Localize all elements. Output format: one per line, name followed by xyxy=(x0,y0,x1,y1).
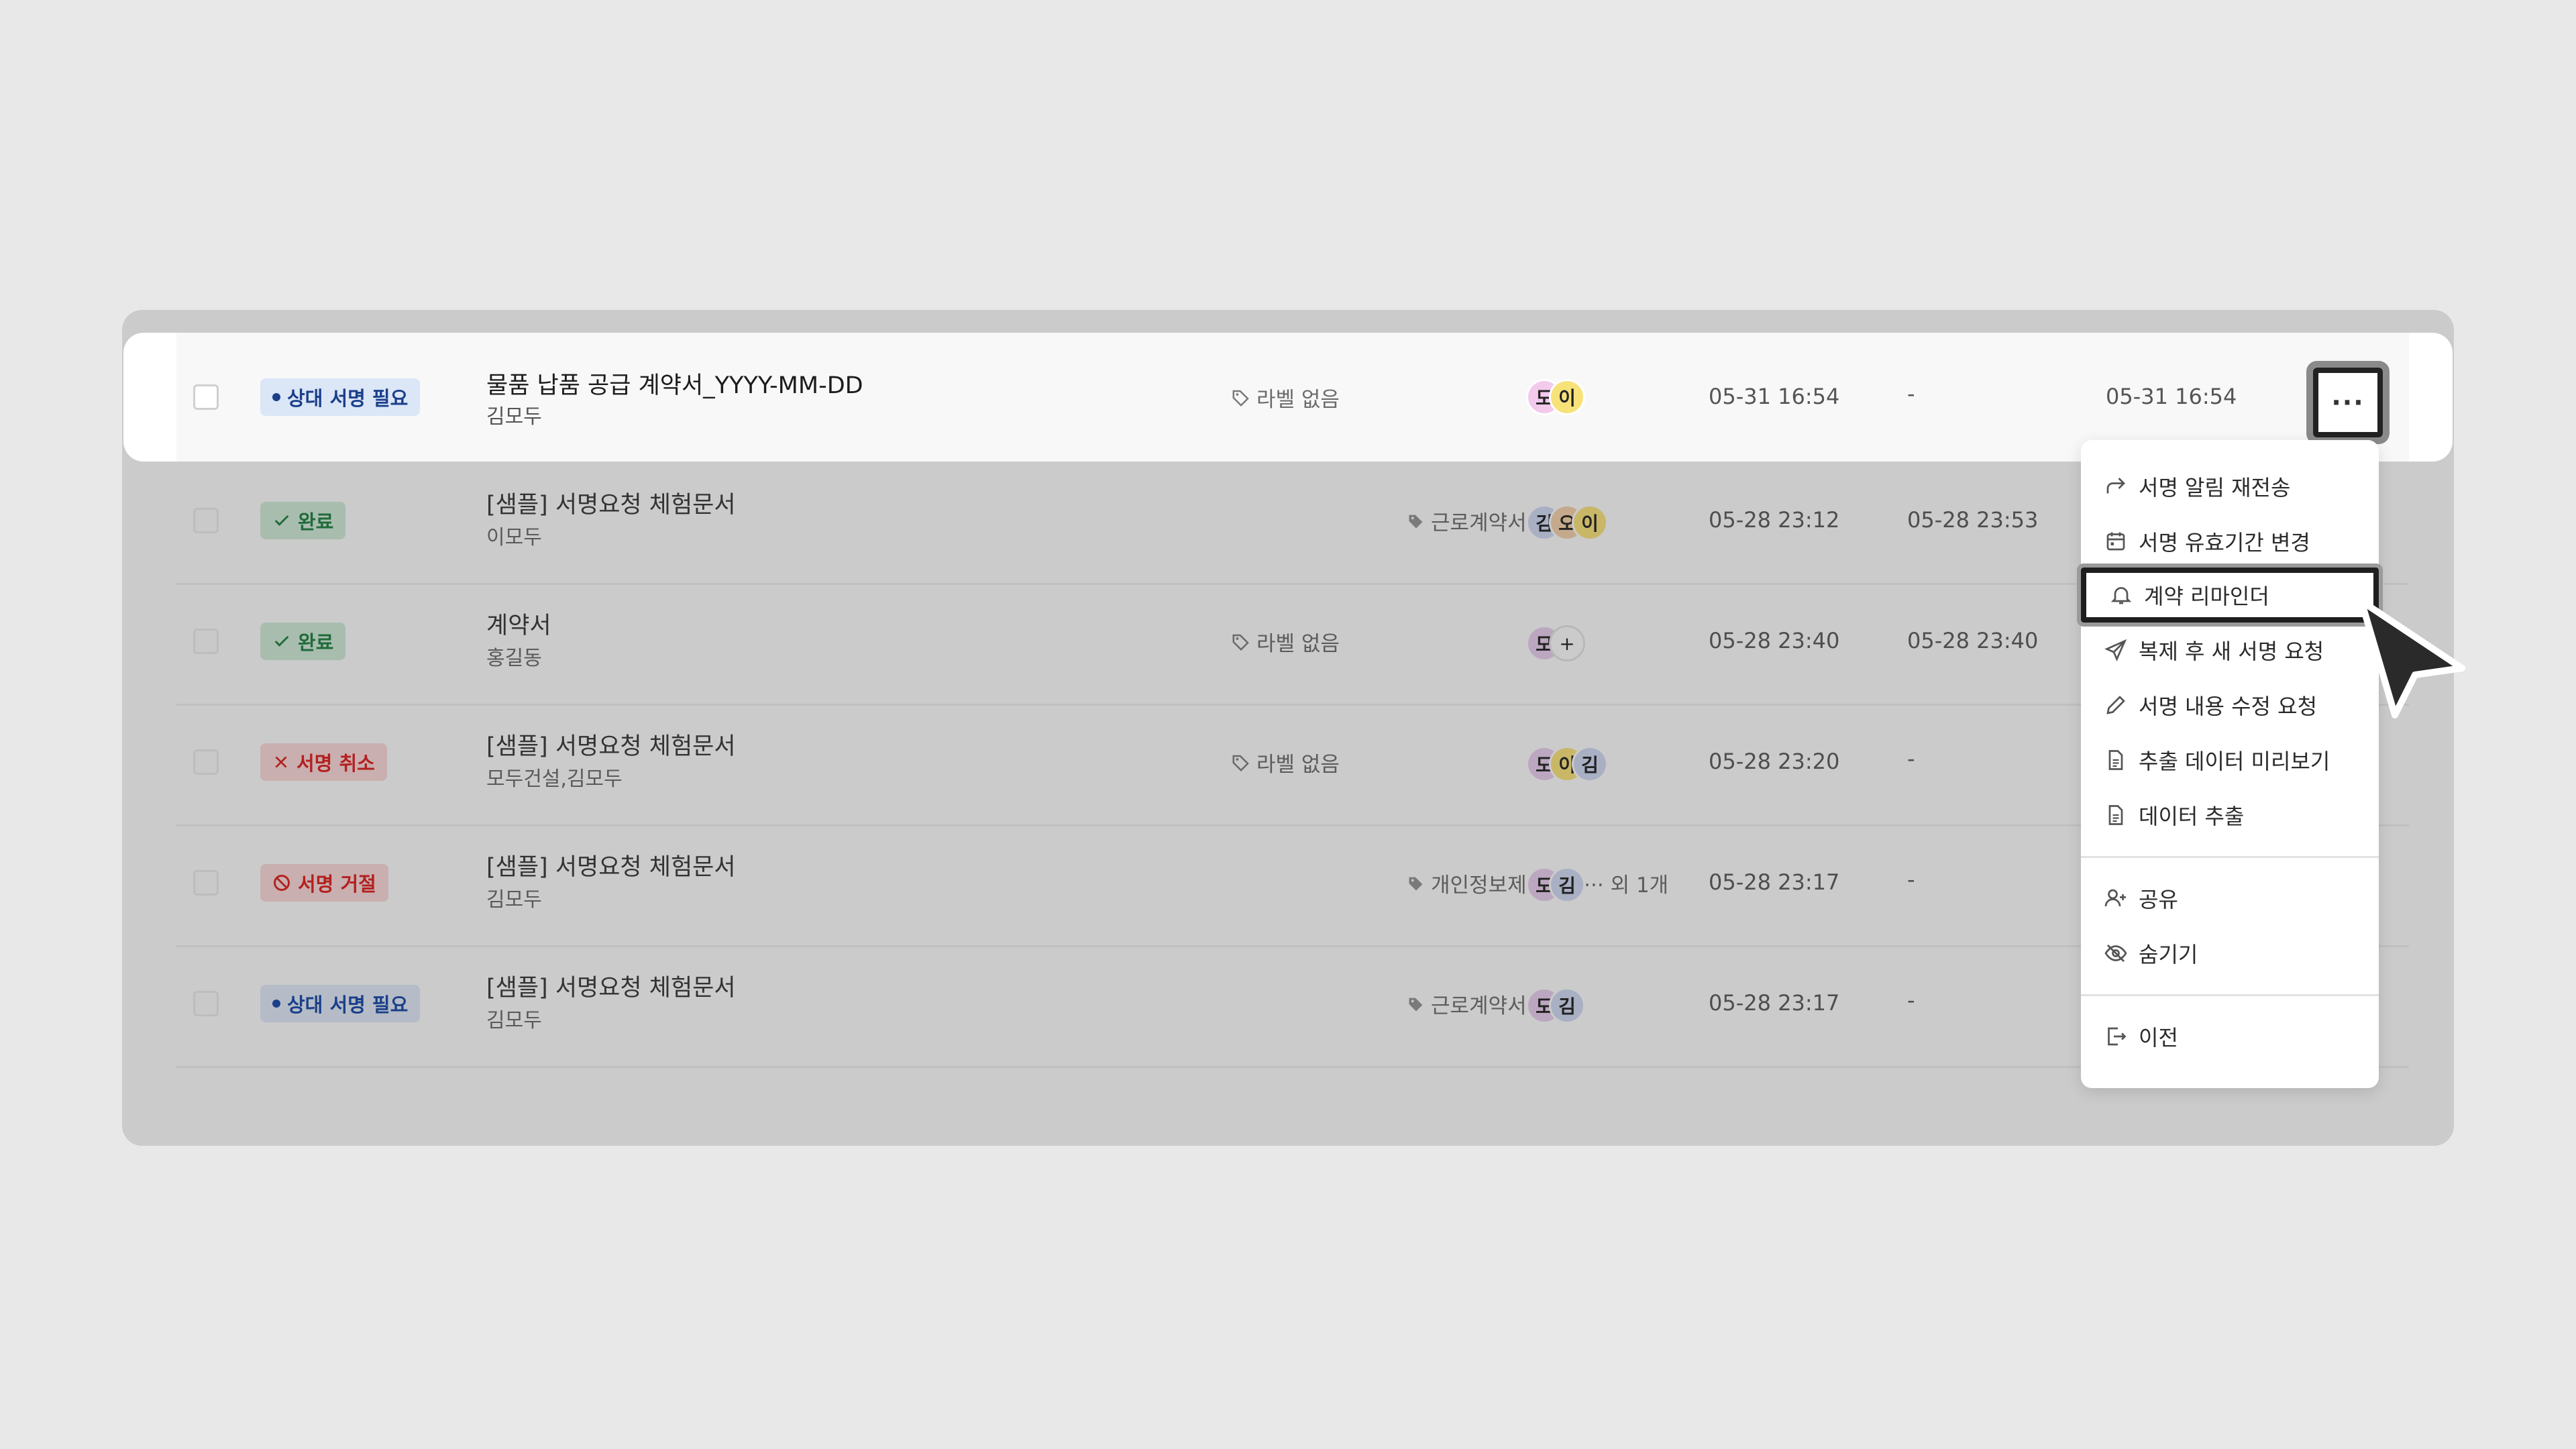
document-label[interactable]: 근로계약서 xyxy=(1407,506,1527,536)
menu-item-transfer[interactable]: 이전 xyxy=(2104,1013,2178,1060)
tag-icon xyxy=(1232,634,1249,651)
menu-item-duplicate-request[interactable]: 복제 후 새 서명 요청 xyxy=(2104,627,2324,674)
table-row[interactable]: 서명 거절 [샘플] 서명요청 체험문서 김모두 개인정보제공활용··· 외 1… xyxy=(176,825,2409,947)
tag-filled-icon xyxy=(1409,515,1423,528)
mouse-cursor-icon xyxy=(2358,598,2465,718)
created-date: 05-31 16:54 xyxy=(1709,384,1840,409)
ban-icon xyxy=(274,875,290,891)
export-icon xyxy=(2108,1027,2127,1046)
document-sender: 김모두 xyxy=(486,888,542,912)
participant-avatars[interactable]: 도 이 김 xyxy=(1526,746,1608,782)
document-label[interactable]: 근로계약서 xyxy=(1407,989,1527,1019)
dot-icon xyxy=(272,1000,280,1008)
bell-icon xyxy=(2110,587,2132,604)
updated-date: 05-31 16:54 xyxy=(2106,384,2237,409)
menu-item-change-expiry[interactable]: 서명 유효기간 변경 xyxy=(2104,518,2310,565)
completed-date: 05-28 23:40 xyxy=(1907,628,2039,653)
eye-off-icon xyxy=(2104,945,2127,962)
more-options-button[interactable]: ··· xyxy=(2306,361,2390,444)
row-checkbox[interactable] xyxy=(193,991,219,1016)
tag-icon xyxy=(1232,390,1249,407)
completed-date: - xyxy=(1907,987,1915,1013)
menu-item-share[interactable]: 공유 xyxy=(2104,875,2178,922)
document-title[interactable]: [샘플] 서명요청 체험문서 xyxy=(486,848,736,882)
status-badge: 완료 xyxy=(260,502,346,539)
document-title[interactable]: [샘플] 서명요청 체험문서 xyxy=(486,969,736,1003)
calendar-icon xyxy=(2106,532,2125,551)
menu-item-hide[interactable]: 숨기기 xyxy=(2104,930,2198,977)
status-badge: 서명 취소 xyxy=(260,743,387,781)
document-title[interactable]: [샘플] 서명요청 체험문서 xyxy=(486,727,736,761)
status-badge: 서명 거절 xyxy=(260,864,388,902)
pencil-icon xyxy=(2106,696,2125,714)
avatar: 이 xyxy=(1572,504,1608,541)
document-sender: 김모두 xyxy=(486,1009,542,1032)
table-row[interactable]: 서명 취소 [샘플] 서명요청 체험문서 모두건설,김모두 라벨 없음 도 이 … xyxy=(176,704,2409,826)
menu-divider xyxy=(2081,994,2379,996)
participant-avatars[interactable]: 도 김 xyxy=(1526,987,1585,1024)
document-sender: 김모두 xyxy=(486,405,542,429)
table-row[interactable]: 완료 [샘플] 서명요청 체험문서 이모두 근로계약서 김 오 이 05-28 … xyxy=(176,463,2409,585)
row-checkbox[interactable] xyxy=(193,384,219,410)
check-icon xyxy=(274,635,289,647)
document-title[interactable]: 계약서 xyxy=(486,606,551,641)
user-plus-icon xyxy=(2104,889,2126,907)
status-badge: 상대 서명 필요 xyxy=(260,985,421,1022)
avatar: 김 xyxy=(1549,867,1585,903)
dot-icon xyxy=(272,393,280,401)
status-badge: 상대 서명 필요 xyxy=(260,378,421,416)
tag-filled-icon xyxy=(1409,877,1423,890)
table-row[interactable]: 상대 서명 필요 물품 납품 공급 계약서_YYYY-MM-DD 김모두 라벨 … xyxy=(176,333,2409,462)
avatar: 김 xyxy=(1549,987,1585,1024)
status-badge: 완료 xyxy=(260,623,346,660)
menu-divider xyxy=(2081,856,2379,858)
document-sender: 홍길동 xyxy=(486,647,542,670)
created-date: 05-28 23:20 xyxy=(1709,749,1840,774)
participant-avatars[interactable]: 도 이 xyxy=(1526,379,1585,415)
send-icon xyxy=(2104,639,2127,661)
check-icon xyxy=(274,515,289,526)
document-sender: 이모두 xyxy=(486,526,542,549)
row-checkbox[interactable] xyxy=(193,749,219,775)
x-icon xyxy=(275,756,287,768)
participant-avatars[interactable]: 모 + xyxy=(1526,625,1585,661)
share-arrow-icon xyxy=(2106,478,2125,494)
add-participant-icon[interactable]: + xyxy=(1549,625,1585,661)
menu-item-resend-notification[interactable]: 서명 알림 재전송 xyxy=(2104,463,2290,510)
document-icon xyxy=(2108,750,2123,770)
menu-item-extract-data[interactable]: 데이터 추출 xyxy=(2104,792,2244,839)
completed-date: - xyxy=(1907,381,1915,407)
document-sender: 모두건설,김모두 xyxy=(486,767,623,791)
document-label[interactable]: 라벨 없음 xyxy=(1231,627,1340,657)
document-title[interactable]: [샘플] 서명요청 체험문서 xyxy=(486,486,736,520)
completed-date: - xyxy=(1907,867,1915,892)
created-date: 05-28 23:12 xyxy=(1709,507,1840,533)
document-label[interactable]: 라벨 없음 xyxy=(1231,382,1340,413)
participant-avatars[interactable]: 도 김 xyxy=(1526,867,1585,903)
completed-date: - xyxy=(1907,746,1915,771)
row-checkbox[interactable] xyxy=(193,870,219,896)
tag-icon xyxy=(1232,755,1249,771)
participant-avatars[interactable]: 김 오 이 xyxy=(1526,504,1608,541)
table-row[interactable]: 상대 서명 필요 [샘플] 서명요청 체험문서 김모두 근로계약서 도 김 05… xyxy=(176,946,2409,1068)
avatar: 김 xyxy=(1572,746,1608,782)
table-row[interactable]: 완료 계약서 홍길동 라벨 없음 모 + 05-28 23:40 05-28 2… xyxy=(176,584,2409,706)
document-label[interactable]: 라벨 없음 xyxy=(1231,747,1340,777)
created-date: 05-28 23:17 xyxy=(1709,990,1840,1016)
created-date: 05-28 23:17 xyxy=(1709,869,1840,895)
row-checkbox[interactable] xyxy=(193,508,219,533)
created-date: 05-28 23:40 xyxy=(1709,628,1840,653)
completed-date: 05-28 23:53 xyxy=(1907,507,2039,533)
document-icon xyxy=(2108,805,2123,825)
avatar: 이 xyxy=(1549,379,1585,415)
menu-item-contract-reminder[interactable]: 계약 리마인더 xyxy=(2077,564,2383,627)
row-checkbox[interactable] xyxy=(193,629,219,654)
tag-filled-icon xyxy=(1409,998,1423,1011)
menu-item-preview-data[interactable]: 추출 데이터 미리보기 xyxy=(2104,737,2330,784)
menu-item-request-edit[interactable]: 서명 내용 수정 요청 xyxy=(2104,682,2317,729)
context-menu: 서명 알림 재전송 서명 유효기간 변경 계약 리마인더 복제 후 새 서명 요… xyxy=(2077,440,2383,1088)
document-title[interactable]: 물품 납품 공급 계약서_YYYY-MM-DD xyxy=(486,366,863,400)
